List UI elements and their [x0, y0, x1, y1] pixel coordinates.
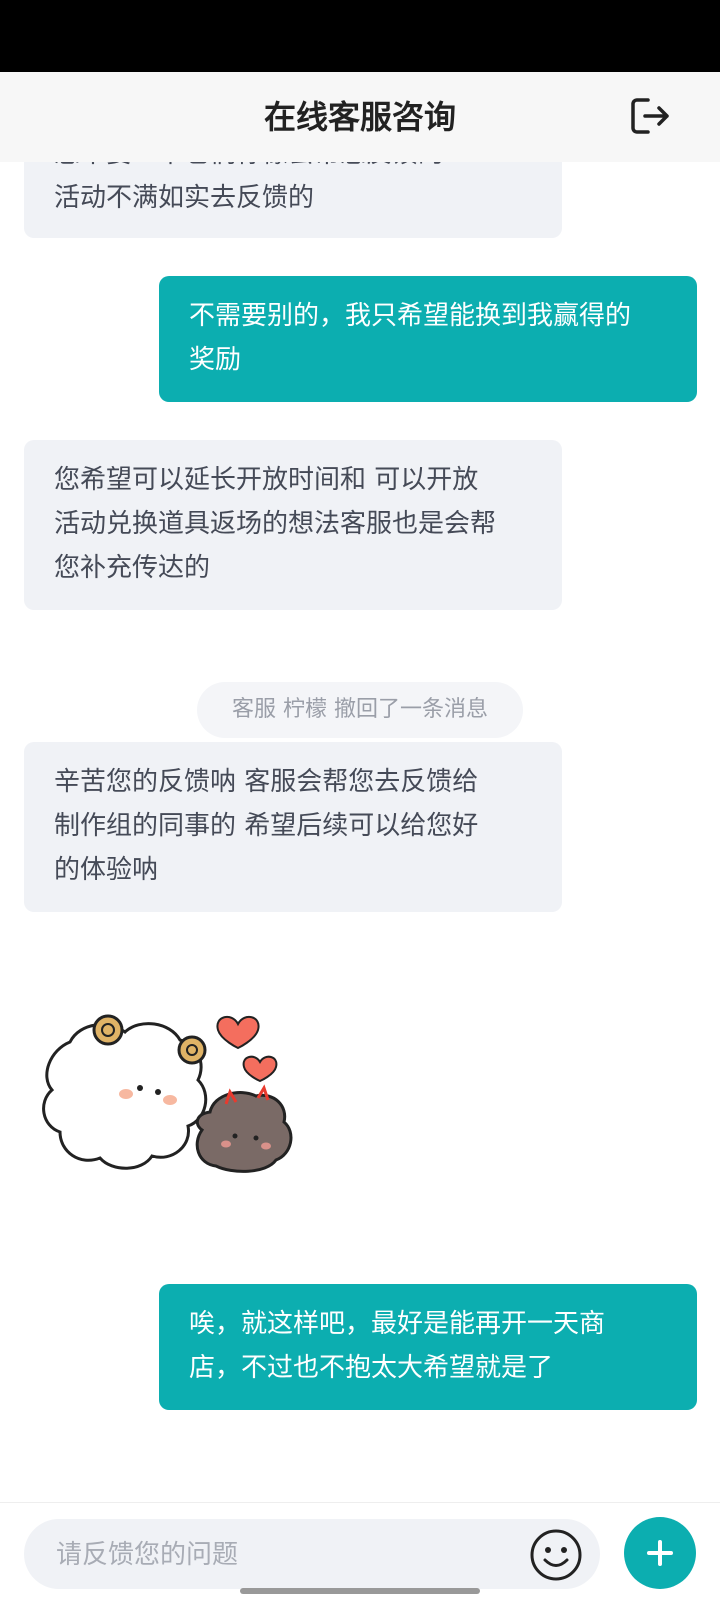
chat-area[interactable]: 您不要一下它们柠檬会帮您反馈的 活动不满如实去反馈的 不需要别的，我只希望能换到… [0, 162, 720, 1502]
home-indicator [240, 1588, 480, 1594]
message-bubble-outgoing: 不需要别的，我只希望能换到我赢得的 奖励 [159, 276, 697, 402]
message-bubble-outgoing: 唉，就这样吧，最好是能再开一天商 店，不过也不抱太大希望就是了 [159, 1284, 697, 1410]
sheep-sticker-image [42, 1014, 293, 1173]
message-bubble-incoming: 您不要一下它们柠檬会帮您反馈的 活动不满如实去反馈的 [24, 162, 562, 238]
feedback-input[interactable] [54, 1519, 528, 1591]
page-title: 在线客服咨询 [263, 98, 456, 136]
plus-icon[interactable] [624, 1517, 696, 1589]
status-bar [0, 0, 720, 72]
header: 在线客服咨询 [0, 72, 720, 162]
exit-icon[interactable] [628, 94, 672, 138]
composer-bar [0, 1502, 720, 1601]
recall-notice: 客服 柠檬 撤回了一条消息 [197, 682, 523, 738]
message-bubble-incoming: 辛苦您的反馈呐 客服会帮您去反馈给 制作组的同事的 希望后续可以给您好 的体验呐 [24, 742, 562, 912]
message-bubble-incoming: 您希望可以延长开放时间和 可以开放 活动兑换道具返场的想法客服也是会帮 您补充传… [24, 440, 562, 610]
input-container[interactable] [24, 1519, 600, 1591]
smiley-icon[interactable] [528, 1527, 584, 1583]
